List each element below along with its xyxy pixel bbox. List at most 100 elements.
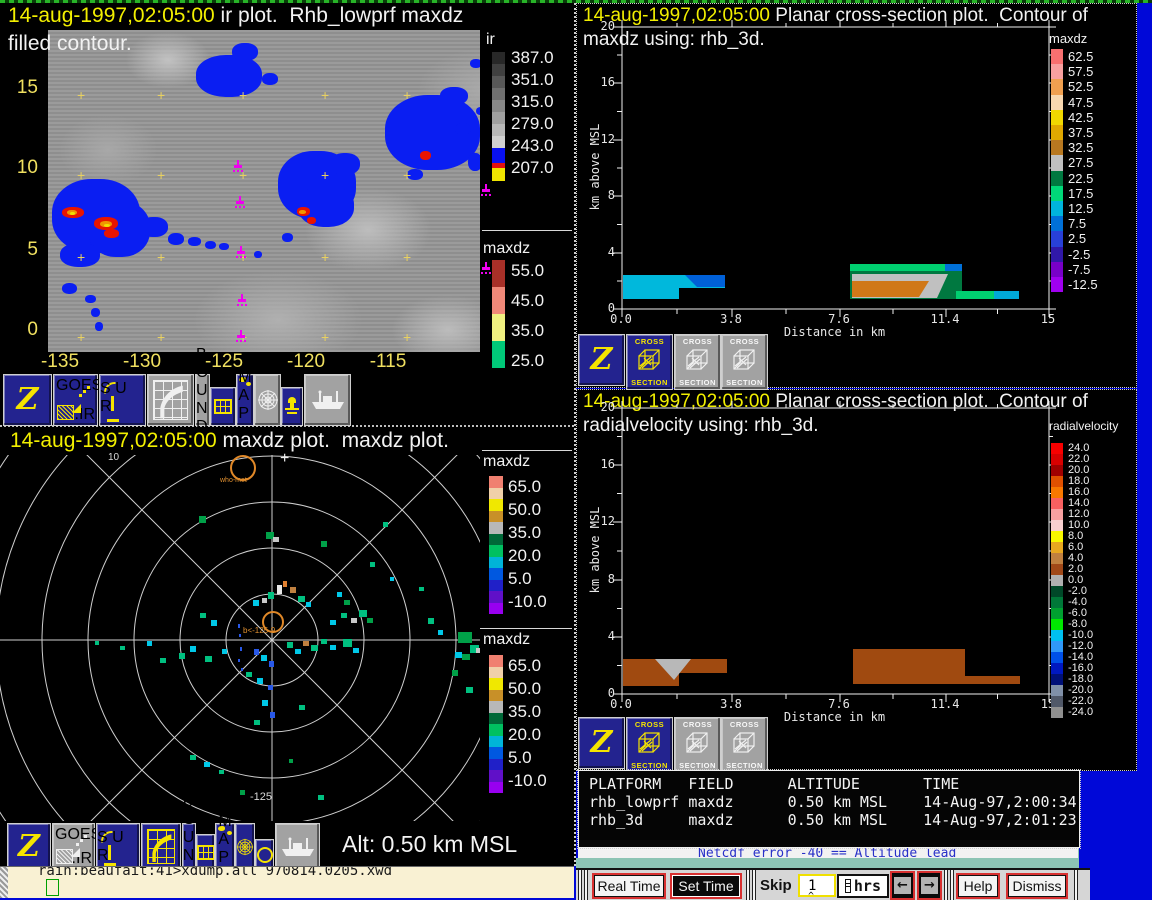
radar-echo — [359, 610, 367, 617]
cloud-blob — [104, 224, 110, 227]
cloud-blob — [205, 241, 216, 249]
terminal-prompt: rain:beaufait:41>xdump.all 970814.0205.x… — [38, 866, 392, 879]
zebra-z-icon: Z — [17, 385, 39, 415]
cube-icon-wrap — [684, 348, 712, 377]
radar-echo — [298, 596, 305, 602]
cross-section-cube-icon — [636, 731, 664, 755]
cross-section-3-button[interactable]: CROSS SECTION — [721, 717, 768, 773]
cube-icon-wrap — [731, 731, 759, 760]
skip-input[interactable] — [798, 874, 836, 897]
xs-radial-plot-box — [622, 408, 1049, 694]
surveillance-radar-icon: S U R — [97, 824, 139, 869]
grid-small-button[interactable] — [210, 387, 236, 426]
ship-icon — [310, 389, 346, 411]
circle-icon — [257, 847, 273, 863]
radar-echo — [295, 649, 301, 654]
radar-echo — [343, 639, 352, 647]
radar-echo — [95, 641, 99, 645]
help-button[interactable]: Help — [956, 873, 1000, 899]
goes-ir-button[interactable]: GOES .IR — [52, 823, 95, 870]
radar-echo — [321, 639, 327, 644]
hrs-label: hrs — [854, 877, 881, 895]
radar-echo — [190, 646, 196, 652]
radar-echo — [277, 585, 282, 594]
radar-echo — [211, 620, 217, 626]
radar-echo — [330, 620, 336, 625]
radar-echo — [268, 592, 274, 599]
radar-echo — [330, 645, 336, 650]
map-icon: M A P — [216, 824, 234, 869]
cloud-blob — [60, 243, 100, 267]
cloud-blob — [476, 107, 480, 115]
ir-satellite-image[interactable] — [48, 30, 480, 352]
radar-echo — [219, 770, 224, 774]
xs-maxdz-plot[interactable] — [577, 4, 1136, 387]
radar-echo — [268, 685, 273, 690]
radar-echo — [438, 630, 443, 635]
xs-maxdz-title-line2: maxdz using: rhb_3d. — [583, 29, 765, 51]
divider — [578, 870, 582, 900]
ship-button[interactable] — [275, 823, 320, 870]
radar-echo — [419, 587, 424, 591]
polar-grid-icon — [257, 389, 279, 411]
radar-echo — [160, 658, 166, 663]
divider — [1074, 870, 1078, 900]
polar-grid-button[interactable] — [235, 823, 255, 870]
radar-echo — [147, 641, 152, 646]
grid-icon — [214, 399, 232, 414]
xs-maxdz-contour-region — [945, 264, 962, 271]
cross-section-1-button[interactable]: CROSS SECTION — [626, 334, 673, 390]
cross-section-1-button[interactable]: CROSS SECTION — [626, 717, 673, 773]
radar-echo — [462, 654, 470, 660]
grid-radar-button[interactable] — [141, 823, 181, 870]
zebra-button[interactable]: Z — [578, 717, 625, 769]
xs-radial-plot[interactable] — [577, 390, 1136, 770]
radar-echo — [383, 522, 388, 527]
ship-icon — [280, 836, 316, 858]
grid-icon — [197, 845, 214, 860]
platform-table-window: PLATFORM FIELD ALTITUDE TIME rhb_lowprf … — [578, 770, 1080, 848]
cloud-blob — [282, 233, 293, 242]
cross-label: CROSS — [635, 720, 664, 729]
radar-echo — [200, 613, 206, 618]
cube-icon-wrap — [684, 731, 712, 760]
section-label: SECTION — [679, 378, 716, 387]
top-station-circle-icon — [230, 455, 256, 481]
cloud-blob — [168, 233, 184, 245]
radar-echo — [353, 648, 359, 653]
grid-small-button[interactable] — [196, 834, 215, 870]
dismiss-button[interactable]: Dismiss — [1006, 873, 1068, 899]
step-back-button[interactable]: ← — [890, 871, 915, 900]
zebra-button[interactable]: Z — [7, 823, 51, 870]
zebra-button[interactable]: Z — [578, 334, 625, 386]
terminal-window[interactable]: rain:beaufait:41>xdump.all 970814.0205.x… — [0, 866, 574, 898]
cross-section-3-button[interactable]: CROSS SECTION — [721, 334, 768, 390]
xs-maxdz-button-row: ZCROSS SECTIONCROSS SECTIONCROSS SECTION — [0, 334, 1152, 384]
cross-label: CROSS — [683, 337, 712, 346]
cloud-blob — [70, 212, 75, 215]
ir-panel-title-line2: filled contour. — [8, 32, 132, 56]
cross-section-2-button[interactable]: CROSS SECTION — [674, 717, 721, 773]
ir-title-time: 14-aug-1997,02:05:00 — [8, 4, 215, 27]
radar-echo — [290, 587, 296, 593]
zebra-z-icon: Z — [591, 345, 613, 375]
radar-echo — [344, 600, 350, 605]
buoy-button[interactable] — [281, 387, 303, 426]
radar-echo — [262, 700, 268, 706]
radar-echo — [179, 653, 185, 659]
map-button[interactable]: M A P — [215, 823, 235, 870]
set-time-button[interactable]: Set Time — [670, 873, 742, 899]
cloud-blob — [140, 217, 168, 237]
bounds-button[interactable]: B O U N D S — [182, 823, 196, 870]
real-time-button[interactable]: Real Time — [592, 873, 666, 899]
radar-sur-button[interactable]: S U R — [96, 823, 140, 870]
cube-icon-wrap — [731, 348, 759, 377]
cloud-blob — [468, 153, 480, 171]
cloud-blob — [219, 243, 229, 250]
hrs-units-button[interactable]: hrs — [837, 874, 889, 898]
step-forward-button[interactable]: → — [917, 871, 942, 900]
cross-section-2-button[interactable]: CROSS SECTION — [674, 334, 721, 390]
radar-echo — [253, 600, 259, 606]
radar-panel-title: 14-aug-1997,02:05:00 maxdz plot. maxdz p… — [10, 429, 449, 453]
cloud-blob — [196, 55, 262, 97]
